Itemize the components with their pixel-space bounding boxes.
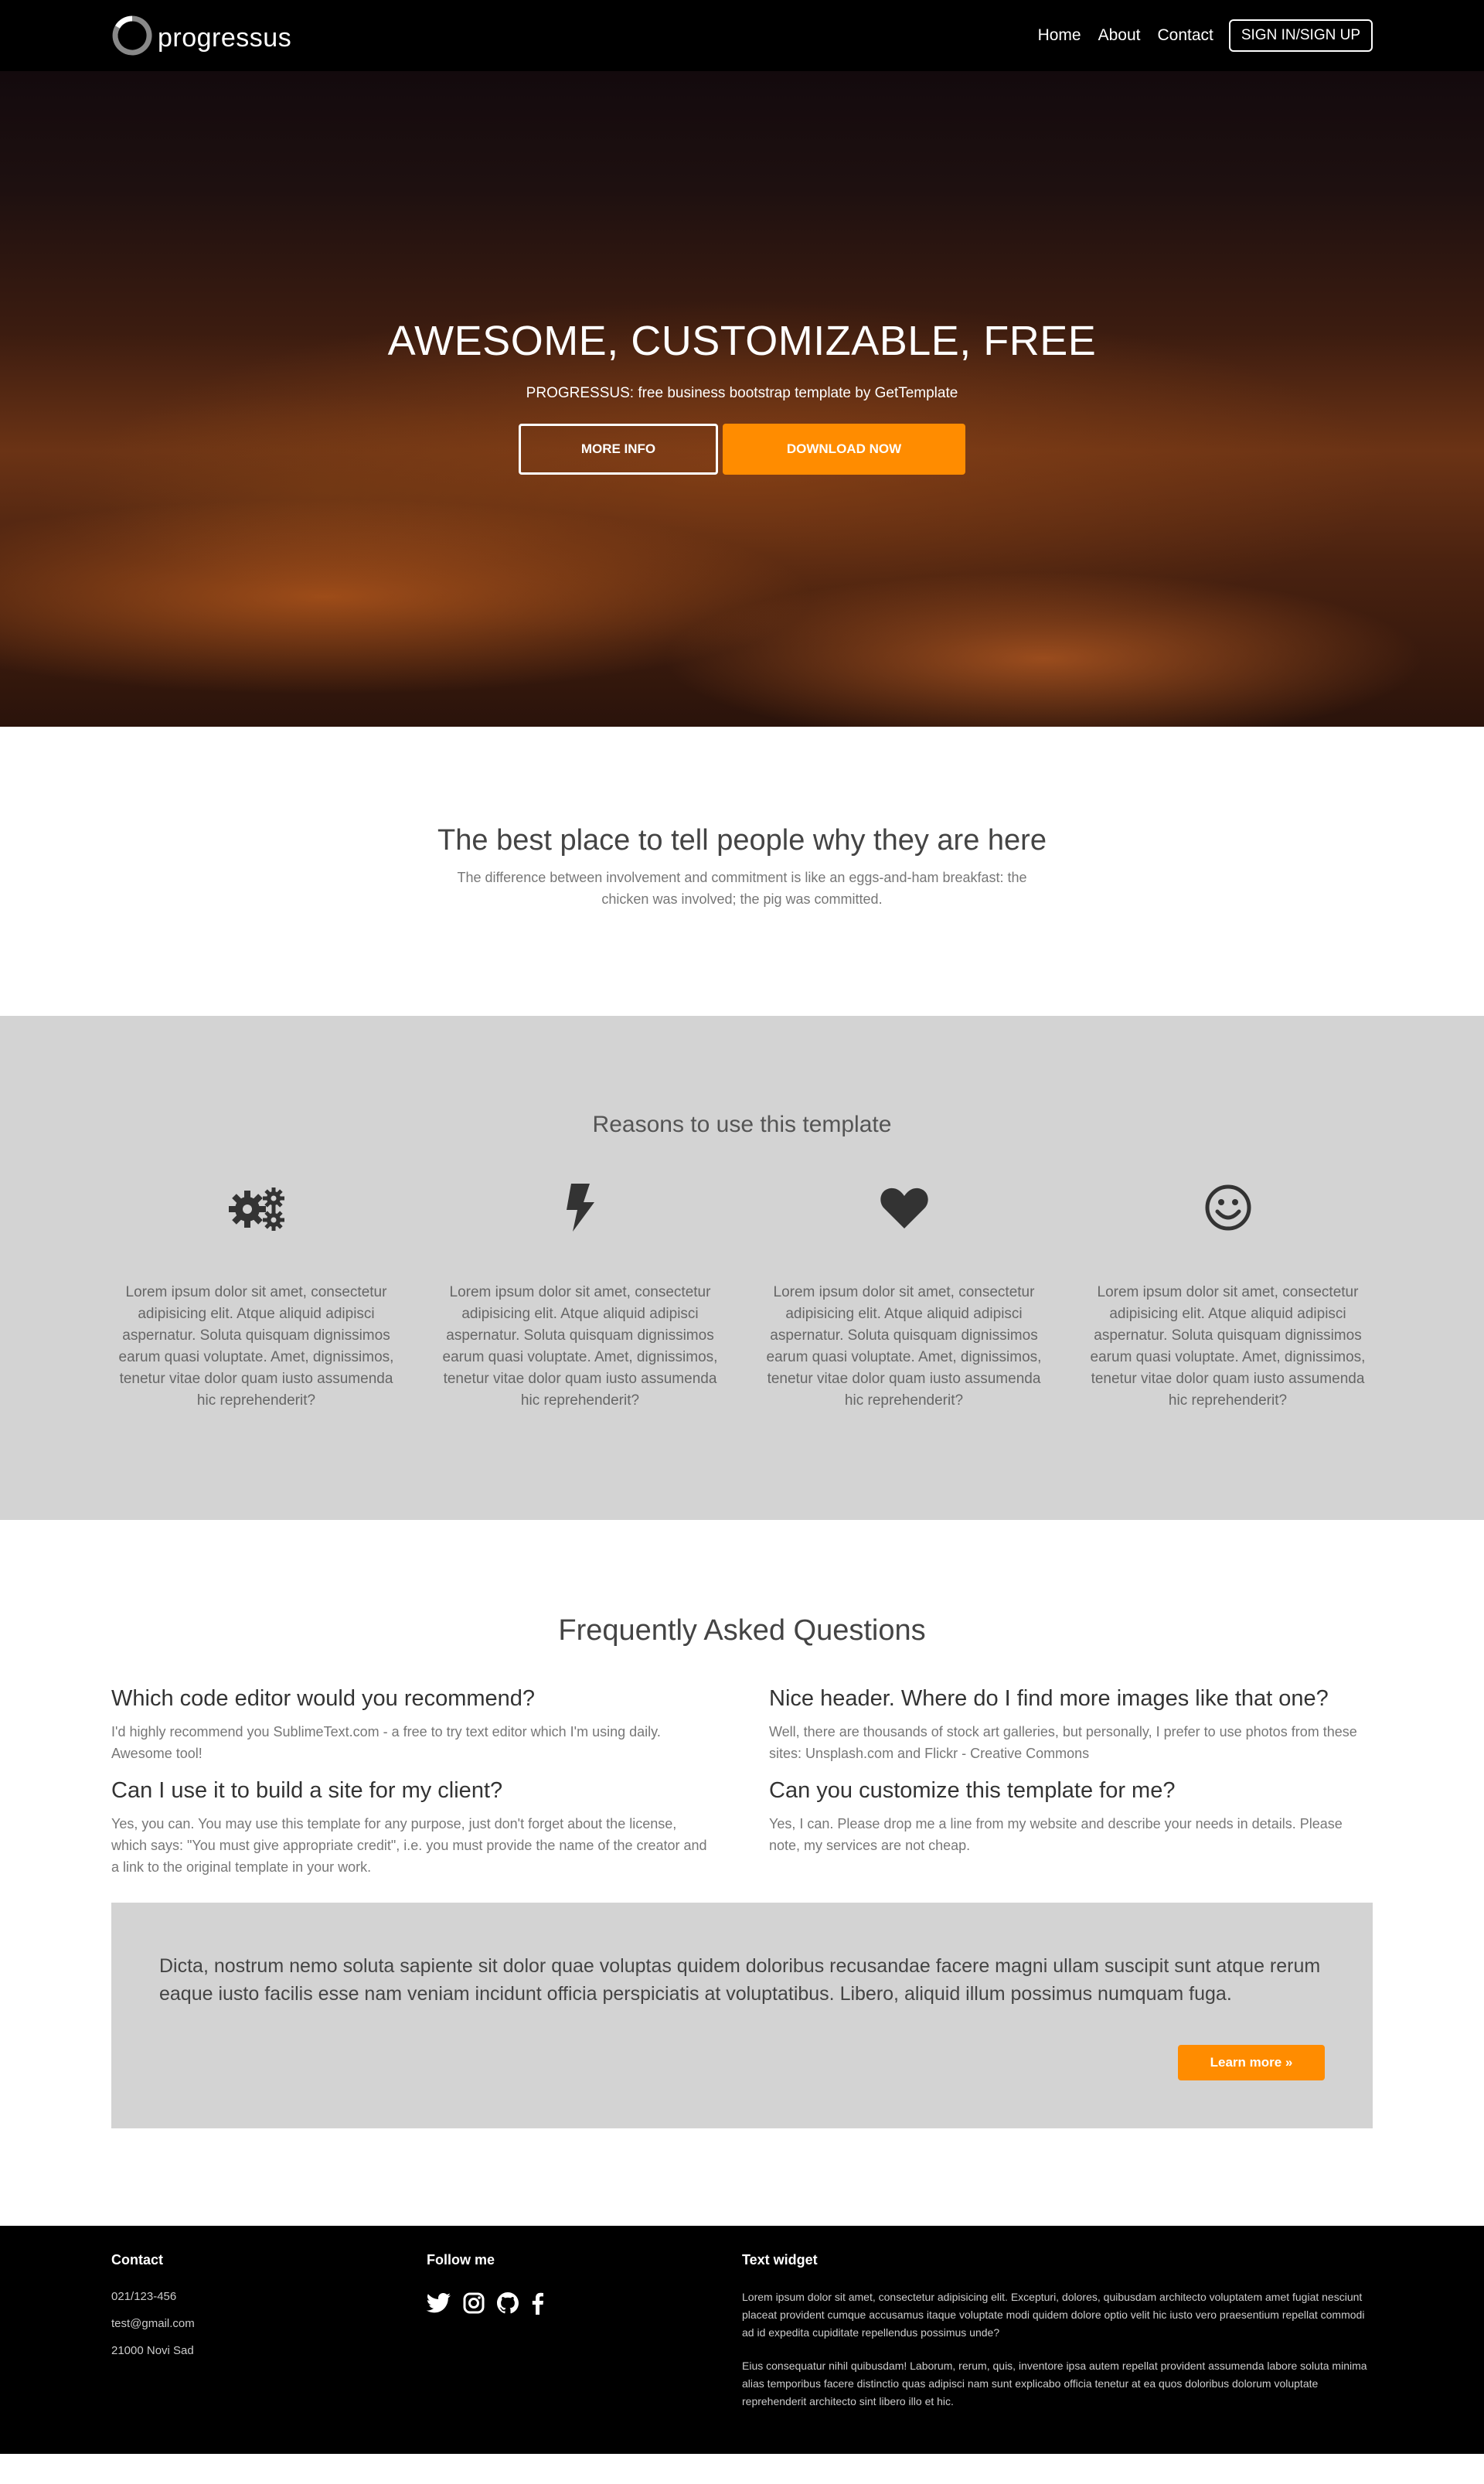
footer-widget-text: Lorem ipsum dolor sit amet, consectetur … [742, 2291, 1365, 2339]
reason-item: Lorem ipsum dolor sit amet, consectetur … [1083, 1177, 1373, 1412]
faq-answer: I'd highly recommend you SublimeText.com… [111, 1724, 661, 1761]
brand-logo-link[interactable]: progressus [111, 15, 291, 56]
reason-text: Lorem ipsum dolor sit amet, consectetur … [118, 1284, 394, 1409]
footer-email[interactable]: test@gmail.com [111, 2317, 427, 2330]
faq-question: Nice header. Where do I find more images… [769, 1686, 1329, 1711]
reasons-title: Reasons to use this template [592, 1112, 892, 1137]
faq-item: Nice header. Where do I find more images… [769, 1686, 1373, 1764]
reason-item: Lorem ipsum dolor sit amet, consectetur … [111, 1177, 401, 1412]
github-icon[interactable] [496, 2291, 519, 2315]
faq-answer: Yes, I can. Please drop me a line from m… [769, 1816, 1343, 1853]
reasons-list: Lorem ipsum dolor sit amet, consectetur … [111, 1177, 1373, 1412]
faq-title: Frequently Asked Questions [558, 1614, 926, 1647]
faq-question: Which code editor would you recommend? [111, 1686, 536, 1711]
facebook-icon[interactable] [530, 2291, 544, 2315]
faq-item: Can I use it to build a site for my clie… [111, 1778, 715, 1878]
logo-icon [112, 15, 152, 56]
twitter-icon[interactable] [427, 2292, 451, 2314]
heart-icon [759, 1177, 1049, 1239]
intro-title: The best place to tell people why they a… [437, 824, 1047, 857]
footer-widget-title: Text widget [742, 2252, 818, 2268]
hero-content: AWESOME, CUSTOMIZABLE, FREE PROGRESSUS: … [0, 317, 1484, 475]
footer-widget: Text widget Lorem ipsum dolor sit amet, … [742, 2252, 1373, 2411]
brand-name: progressus [158, 22, 292, 53]
reasons-section: Reasons to use this template Lorem ipsum… [0, 1016, 1484, 1520]
navbar: progressus Home About Contact SIGN IN/SI… [0, 0, 1484, 71]
faq-item: Can you customize this template for me? … [769, 1778, 1373, 1878]
callout-text: Dicta, nostrum nemo soluta sapiente sit … [159, 1955, 1321, 2005]
smile-icon [1083, 1177, 1373, 1239]
faq-answer: Well, there are thousands of stock art g… [769, 1724, 1357, 1761]
reason-item: Lorem ipsum dolor sit amet, consectetur … [759, 1177, 1049, 1412]
footer: Contact 021/123-456 test@gmail.com 21000… [0, 2226, 1484, 2454]
nav-contact-link[interactable]: Contact [1157, 26, 1213, 45]
faq-item: Which code editor would you recommend? I… [111, 1686, 715, 1764]
footer-contact-title: Contact [111, 2252, 163, 2268]
footer-contact: Contact 021/123-456 test@gmail.com 21000… [111, 2252, 427, 2411]
faq-list: Which code editor would you recommend? I… [111, 1686, 1373, 1878]
gears-icon [111, 1177, 401, 1239]
faq-section: Frequently Asked Questions Which code ed… [0, 1520, 1484, 2226]
footer-widget-text: Eius consequatur nihil quibusdam! Laboru… [742, 2360, 1367, 2407]
hero-banner: AWESOME, CUSTOMIZABLE, FREE PROGRESSUS: … [0, 71, 1484, 727]
footer-phone: 021/123-456 [111, 2290, 177, 2303]
main-nav: Home About Contact SIGN IN/SIGN UP [1021, 19, 1373, 52]
footer-address: 21000 Novi Sad [111, 2344, 194, 2357]
social-links [427, 2291, 742, 2315]
download-now-button[interactable]: DOWNLOAD NOW [723, 424, 965, 475]
nav-home-link[interactable]: Home [1038, 26, 1081, 45]
reason-text: Lorem ipsum dolor sit amet, consectetur … [442, 1284, 718, 1409]
nav-about-link[interactable]: About [1098, 26, 1141, 45]
instagram-icon[interactable] [462, 2291, 485, 2315]
hero-actions: MORE INFO DOWNLOAD NOW [0, 424, 1484, 475]
learn-more-button[interactable]: Learn more » [1178, 2045, 1325, 2080]
flash-icon [435, 1177, 725, 1239]
hero-title: AWESOME, CUSTOMIZABLE, FREE [387, 318, 1097, 364]
faq-answer: Yes, you can. You may use this template … [111, 1816, 707, 1875]
reason-text: Lorem ipsum dolor sit amet, consectetur … [1090, 1284, 1366, 1409]
faq-question: Can I use it to build a site for my clie… [111, 1778, 503, 1803]
reason-item: Lorem ipsum dolor sit amet, consectetur … [435, 1177, 725, 1412]
reason-text: Lorem ipsum dolor sit amet, consectetur … [766, 1284, 1042, 1409]
intro-text: The difference between involvement and c… [457, 870, 1027, 907]
signin-button[interactable]: SIGN IN/SIGN UP [1228, 19, 1373, 52]
intro-section: The best place to tell people why they a… [0, 727, 1484, 1016]
hero-subtitle: PROGRESSUS: free business bootstrap temp… [526, 385, 958, 401]
callout-panel: Dicta, nostrum nemo soluta sapiente sit … [111, 1903, 1373, 2128]
faq-question: Can you customize this template for me? [769, 1778, 1176, 1803]
more-info-button[interactable]: MORE INFO [519, 424, 718, 475]
footer-follow: Follow me [427, 2252, 742, 2411]
footer-follow-title: Follow me [427, 2252, 495, 2268]
